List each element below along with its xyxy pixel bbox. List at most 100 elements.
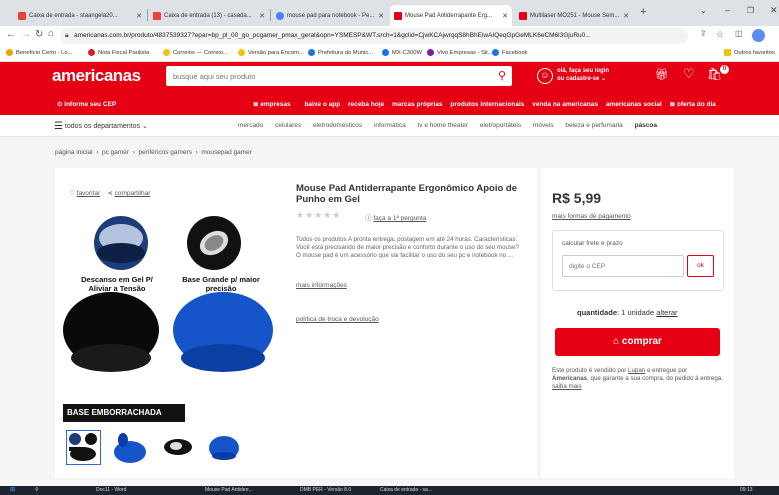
product-main-image[interactable]: Descanso em Gel P/ Aliviar a Tensão Base… [63,208,275,422]
back-icon[interactable]: ← [6,29,16,40]
cep-ok-button[interactable]: ok [687,255,714,277]
breadcrumb-item[interactable]: periféricos gamers [138,149,191,156]
close-tab-icon[interactable]: ✕ [136,12,142,20]
side-panel-icon[interactable]: ◫ [735,29,743,38]
cep-input[interactable] [562,255,684,277]
tab-label: Mouse Pad Antiderrapante Erg... [405,12,493,19]
dept-link[interactable]: eletrodomésticos [313,122,362,129]
profile-avatar[interactable] [752,29,765,42]
taskbar-item[interactable]: Caixa de entrada - sa... [380,487,432,493]
browser-tab-gmail-2[interactable]: Caixa de entrada (13) - casada... ✕ [149,5,269,26]
browser-tab-google[interactable]: mouse pad para notebook - Pe... ✕ [272,5,388,26]
breadcrumb-item[interactable]: mousepad gamer [201,149,252,156]
thumbnail-1[interactable] [66,430,101,465]
bookmark-item[interactable]: MX-C300W [382,49,422,56]
close-tab-icon[interactable]: ✕ [259,12,265,20]
bag-icon: ⌂ [613,336,620,347]
return-policy-link[interactable]: política de troca e devolução [296,316,379,323]
header-link-internacionais[interactable]: produtos internacionais [450,101,524,108]
search-input[interactable] [166,66,466,87]
breadcrumb-item[interactable]: pc gamer [102,149,129,156]
bookmark-star-icon[interactable]: ☆ [716,29,724,40]
tab-search-icon[interactable]: ⌄ [700,6,707,15]
windows-start-icon[interactable]: ⊞ [10,486,15,493]
bookmark-item[interactable]: Benefício Certo - Lo... [6,49,72,56]
bookmark-label: Outros favoritos [734,49,775,56]
bookmark-label: Correios — Correio... [173,49,228,56]
close-window-icon[interactable]: ✕ [770,5,778,16]
seller-link[interactable]: Lupan [628,367,645,374]
share-link[interactable]: ⋖ compartilhar [107,190,150,197]
reload-icon[interactable]: ↻ [35,29,43,40]
change-quantity-link[interactable]: alterar [656,308,677,317]
bookmark-favicon [238,49,245,56]
os-taskbar: ⊞ ⚲ Doc11 - Word Mouse Pad Antiderr... D… [0,486,779,495]
americanas-logo[interactable]: americanas [52,66,141,86]
americanas-favicon [519,11,527,20]
bookmarks-bar: Benefício Certo - Lo... Nota Fiscal Paul… [0,46,779,62]
bookmark-item[interactable]: Facebook [492,49,527,56]
tab-label: mouse pad para notebook - Pe... [287,12,375,19]
dept-link[interactable]: móveis [533,122,554,129]
gift-card-icon[interactable]: 🎁︎ [655,68,669,81]
payment-options-link[interactable]: mais formas de pagamento [552,213,631,220]
dept-link[interactable]: celulares [275,122,301,129]
taskbar-item[interactable]: Mouse Pad Antiderr... [205,487,253,493]
bookmark-item[interactable]: Correios — Correio... [163,49,228,56]
learn-more-link[interactable]: saiba mais [552,383,582,390]
question-link[interactable]: ⓘ faça a 1ª pergunta [365,212,426,222]
restore-icon[interactable]: ❐ [747,6,754,15]
thumbnail-4[interactable] [207,430,242,465]
thumbnail-3[interactable] [161,430,196,465]
breadcrumb-item[interactable]: página inicial [55,149,93,156]
browser-tab-active[interactable]: Mouse Pad Antiderrapante Erg... ✕ [390,5,512,26]
favorite-link[interactable]: ♡ favoritar [69,190,100,197]
dept-link[interactable]: mercado [238,122,263,129]
bookmark-favicon [427,49,434,56]
dept-link[interactable]: eletroportáteis [480,122,521,129]
rating-stars[interactable]: ★★★★★ [296,210,341,221]
bookmark-label: MX-C300W [392,49,422,56]
close-tab-icon[interactable]: ✕ [378,12,384,20]
taskbar-search-icon[interactable]: ⚲ [35,487,39,493]
header-link-marcas[interactable]: marcas próprias [392,101,443,108]
bookmark-item[interactable]: Nota Fiscal Paulista [88,49,149,56]
heart-icon[interactable]: ♡ [683,66,695,82]
url-field[interactable]: 🔒︎ americanas.com.br/produto/4837539327?… [60,28,688,44]
taskbar-item[interactable]: Doc11 - Word [96,487,126,493]
home-icon[interactable]: ⌂ [48,28,54,39]
user-icon[interactable]: ☺ [537,68,553,84]
new-tab-button[interactable]: + [640,6,646,18]
header-link-oferta[interactable]: ≣ oferta do dia [670,101,722,108]
bookmark-item[interactable]: Versão para Encom... [238,49,304,56]
forward-icon[interactable]: → [21,29,31,40]
browser-tab-multilaser[interactable]: Multilaser MO251 - Mouse Sem... ✕ [515,5,633,26]
share-page-icon[interactable]: ⇪ [700,29,707,38]
close-tab-icon[interactable]: ✕ [623,12,629,20]
dept-link[interactable]: tv e home theater [418,122,469,129]
shipping-label: calcular frete e prazo [562,240,623,247]
minimize-icon[interactable]: – [725,5,730,15]
header-link-app[interactable]: baixe o app [304,101,340,108]
dept-link[interactable]: beleza e perfumaria [565,122,622,129]
search-icon[interactable]: ⚲ [498,69,506,82]
header-link-receba-hoje[interactable]: receba hoje [348,101,384,108]
buy-button[interactable]: ⌂ comprar [555,328,720,356]
other-bookmarks[interactable]: Outros favoritos [724,49,775,56]
dept-link[interactable]: informática [374,122,406,129]
dept-link[interactable]: páscoa [635,122,657,129]
header-link-empresas[interactable]: ≣ empresas [253,101,297,108]
bookmark-item[interactable]: Vivo Empresas - Sit... [427,49,493,56]
header-link-venda[interactable]: venda na americanas [532,101,598,108]
browser-tab-gmail-1[interactable]: Caixa de entrada - staangela20... ✕ [14,5,146,26]
close-tab-icon[interactable]: ✕ [502,12,508,20]
more-info-link[interactable]: mais informações [296,282,347,289]
department-links: mercado celulares eletrodomésticos infor… [238,122,667,129]
thumbnail-2[interactable] [113,430,148,465]
login-link[interactable]: olá, faça seu login ou cadastre-se ⌄ [557,67,609,83]
header-link-social[interactable]: americanas social [606,101,662,108]
taskbar-item[interactable]: DMB PER - Versão 8.0 [300,487,351,493]
departments-menu[interactable]: ☰ todos os departamentos ⌄ [54,121,148,132]
bookmark-item[interactable]: Prefeitura do Munic... [308,49,373,56]
cep-link[interactable]: ⊙ informe seu CEP [57,100,116,108]
